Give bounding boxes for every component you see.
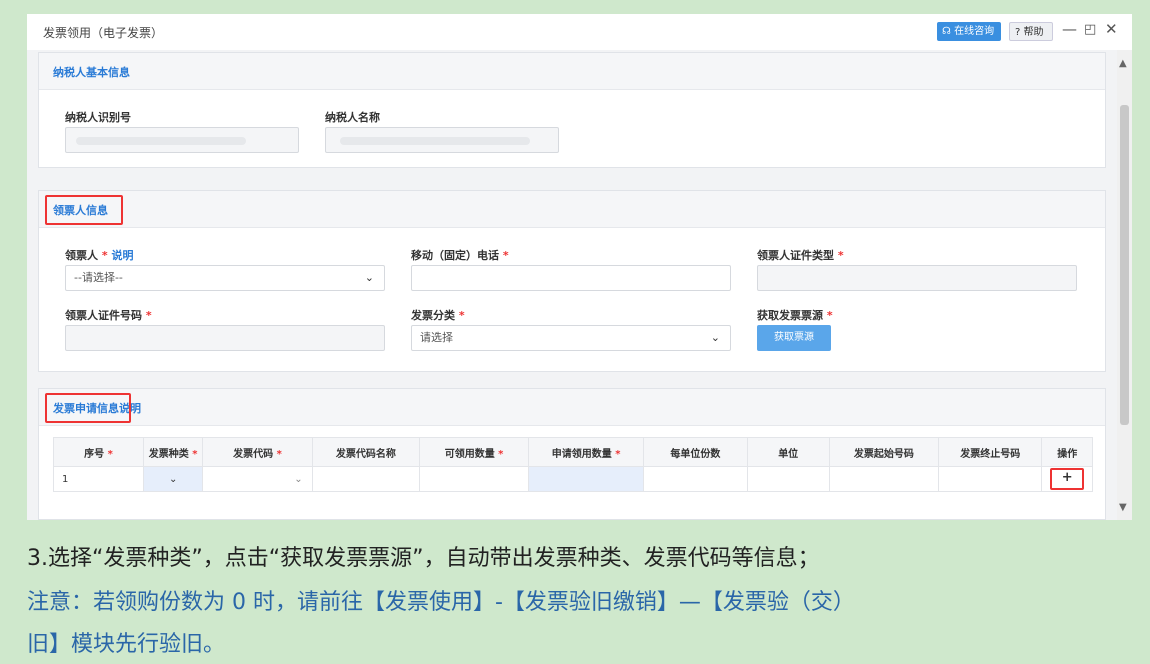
caption-line-2: 注意：若领购份数为 0 时，请前往【发票使用】-【发票验旧缴销】—【发票验（交） — [27, 590, 855, 615]
invoice-class-label: 发票分类 * — [411, 309, 465, 322]
dialog-content: 纳税人基本信息 纳税人识别号 纳税人名称 领票人信息 领票人 * 说明 --请选… — [27, 50, 1117, 520]
invoice-class-value: 请选择 — [420, 331, 453, 344]
add-row-button[interactable]: + — [1050, 468, 1085, 490]
table-cell[interactable] — [528, 466, 645, 492]
question-icon: ? — [1015, 27, 1021, 38]
maximize-icon[interactable]: ◰ — [1084, 22, 1096, 37]
scroll-up-icon[interactable]: ▲ — [1119, 58, 1127, 69]
table-cell — [746, 466, 830, 492]
cert-no-label: 领票人证件号码 * — [65, 309, 152, 322]
column-header: 序号 * — [52, 437, 145, 467]
invoice-class-select[interactable]: 请选择 ⌄ — [411, 325, 731, 351]
taxpayer-id-label: 纳税人识别号 — [65, 111, 131, 124]
table-cell: + — [1041, 466, 1093, 492]
apply-table: 序号 * 发票种类 * 发票代码 * 发票代码名称 可领用数量 * 申请领用数量 * 每单位… — [52, 437, 1093, 492]
chevron-down-icon[interactable]: ⌄ — [145, 474, 201, 485]
phone-input[interactable] — [411, 265, 731, 291]
caption-line-3: 旧】模块先行验旧。 — [27, 632, 226, 657]
cert-type-label: 领票人证件类型 * — [757, 249, 844, 262]
title-bar: 发票领用（电子发票） ☊ 在线咨询 ? 帮助 — ◰ ✕ — [27, 14, 1132, 50]
receiver-select-value: --请选择-- — [74, 271, 123, 284]
cert-no-field[interactable] — [65, 325, 385, 351]
caption-line-1: 3.选择“发票种类”，点击“获取发票票源”，自动带出发票种类、发票代码等信息； — [27, 546, 820, 571]
table-row: 1 ⌄ ⌄ + — [52, 466, 1093, 492]
column-header: 发票代码名称 — [311, 437, 420, 467]
table-cell — [938, 466, 1043, 492]
receiver-label: 领票人 * 说明 — [65, 249, 134, 262]
help-button[interactable]: ? 帮助 — [1009, 22, 1053, 41]
chevron-down-icon: ⌄ — [364, 271, 374, 284]
column-header: 发票起始号码 — [828, 437, 940, 467]
column-header: 每单位份数 — [643, 437, 748, 467]
receiver-panel-header: 领票人信息 — [39, 191, 1105, 228]
table-cell — [311, 466, 420, 492]
scroll-down-icon[interactable]: ▼ — [1119, 502, 1127, 513]
redacted-value — [340, 137, 530, 145]
highlight-box — [45, 393, 131, 423]
table-cell[interactable]: ⌄ — [202, 466, 313, 492]
receiver-note-link[interactable]: 说明 — [111, 249, 133, 262]
minimize-icon[interactable]: — — [1062, 20, 1077, 38]
headset-icon: ☊ — [942, 26, 951, 37]
redacted-value — [76, 137, 246, 145]
cert-type-field[interactable] — [757, 265, 1077, 291]
get-source-button[interactable]: 获取票源 — [757, 325, 831, 351]
scrollbar[interactable]: ▲ ▼ — [1117, 50, 1132, 520]
receiver-panel: 领票人信息 领票人 * 说明 --请选择-- ⌄ 移动（固定）电话 * 领票人证… — [38, 190, 1106, 372]
apply-panel-header: 发票申请信息说明 — [39, 389, 1105, 426]
column-header: 发票种类 * — [143, 437, 204, 467]
online-consult-label: 在线咨询 — [954, 26, 995, 37]
taxpayer-panel-header: 纳税人基本信息 — [39, 53, 1105, 90]
taxpayer-name-label: 纳税人名称 — [325, 111, 380, 124]
taxpayer-name-field — [325, 127, 559, 153]
table-cell — [828, 466, 940, 492]
table-header-row: 序号 * 发票种类 * 发票代码 * 发票代码名称 可领用数量 * 申请领用数量 * 每单位… — [52, 437, 1093, 467]
online-consult-button[interactable]: ☊ 在线咨询 — [937, 22, 1001, 41]
help-label: 帮助 — [1023, 27, 1044, 38]
apply-panel: 发票申请信息说明 序号 * 发票种类 * 发票代码 * 发票代码名称 可领用数量 * 申请… — [38, 388, 1106, 520]
window-title: 发票领用（电子发票） — [43, 26, 164, 40]
taxpayer-panel: 纳税人基本信息 纳税人识别号 纳税人名称 — [38, 52, 1106, 168]
phone-label: 移动（固定）电话 * — [411, 249, 509, 262]
close-icon[interactable]: ✕ — [1105, 20, 1118, 38]
column-header: 申请领用数量 * — [528, 437, 645, 467]
column-header: 发票代码 * — [202, 437, 313, 467]
table-cell — [643, 466, 748, 492]
taxpayer-id-field — [65, 127, 299, 153]
taxpayer-panel-title: 纳税人基本信息 — [53, 66, 130, 79]
chevron-down-icon[interactable]: ⌄ — [204, 474, 310, 485]
receiver-select[interactable]: --请选择-- ⌄ — [65, 265, 385, 291]
table-cell[interactable]: ⌄ — [143, 466, 204, 492]
column-header: 单位 — [746, 437, 830, 467]
chevron-down-icon: ⌄ — [710, 331, 720, 344]
scroll-thumb[interactable] — [1120, 105, 1129, 425]
column-header: 可领用数量 * — [418, 437, 530, 467]
get-source-label: 获取发票票源 * — [757, 309, 833, 322]
column-header: 操作 — [1041, 437, 1093, 467]
highlight-box — [45, 195, 123, 225]
dialog-window: 发票领用（电子发票） ☊ 在线咨询 ? 帮助 — ◰ ✕ 纳税人基本信息 纳税人… — [27, 14, 1132, 520]
column-header: 发票终止号码 — [938, 437, 1043, 467]
table-cell: 1 — [52, 466, 145, 492]
table-cell — [418, 466, 530, 492]
